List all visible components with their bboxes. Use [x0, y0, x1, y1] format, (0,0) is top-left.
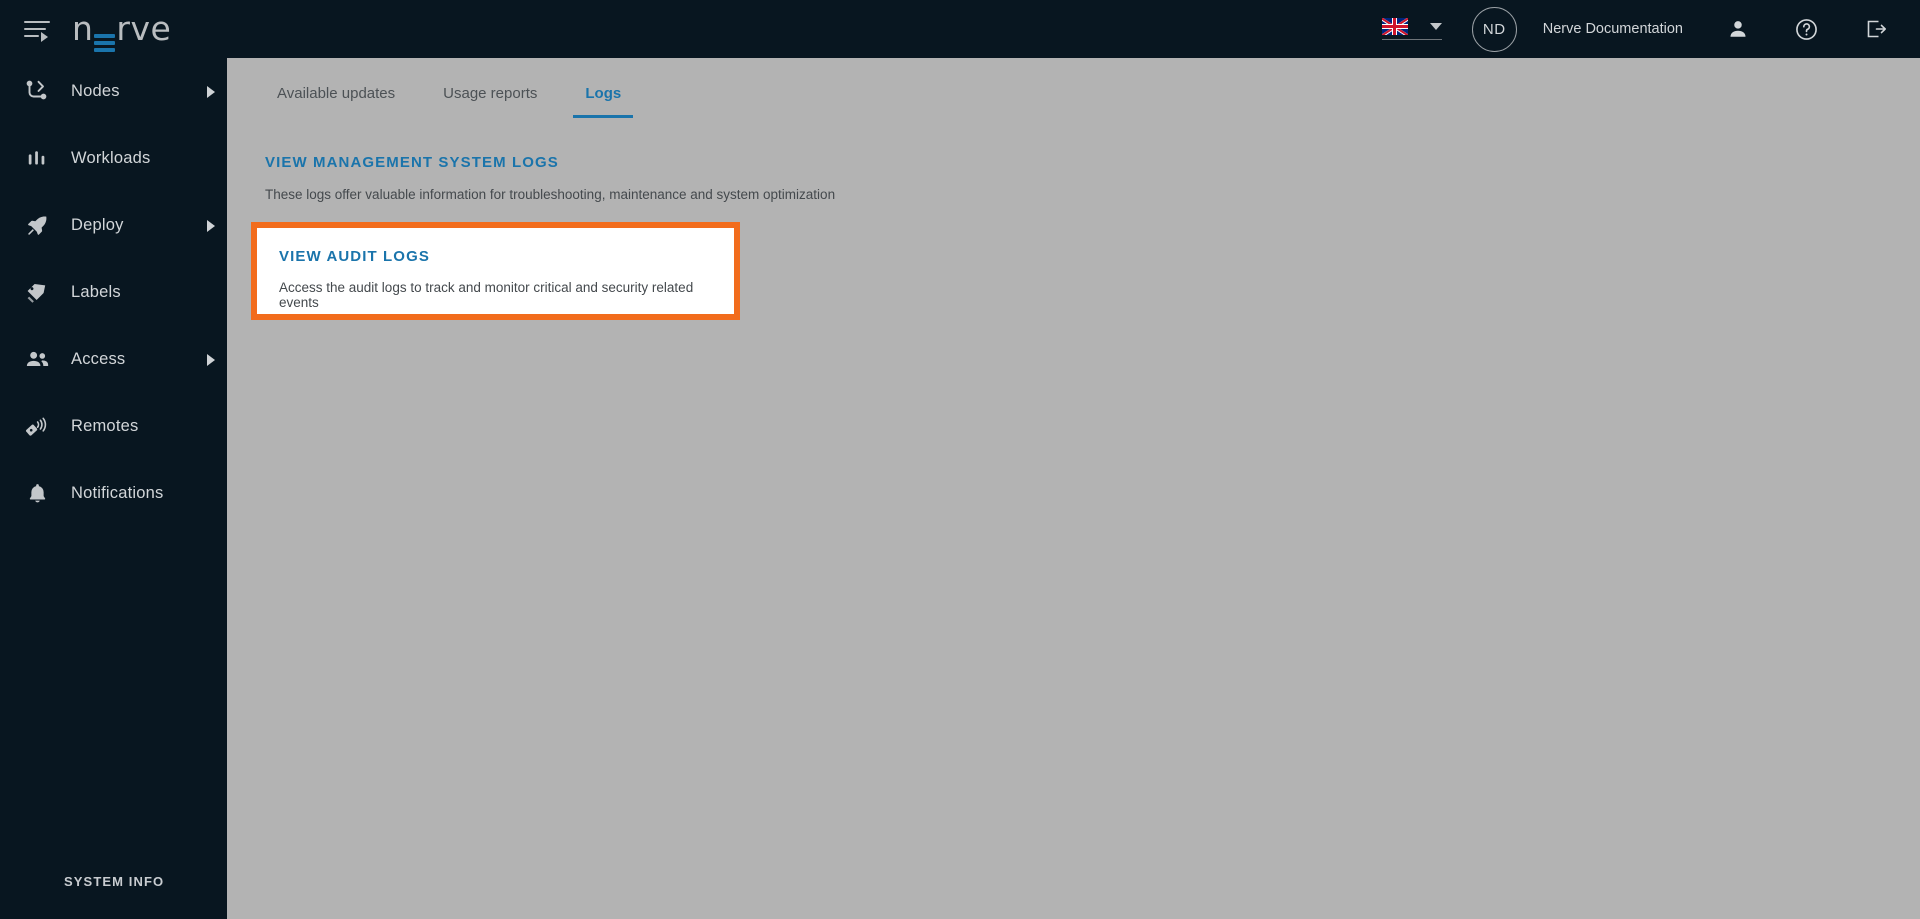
sidebar-item-label: Workloads [71, 149, 150, 168]
sidebar-item-label: Nodes [71, 82, 120, 101]
avatar-initials: ND [1483, 21, 1506, 38]
view-management-system-logs-link[interactable]: VIEW MANAGEMENT SYSTEM LOGS [265, 154, 559, 171]
notifications-bell-icon [24, 481, 50, 507]
sidebar-item-workloads[interactable]: Workloads [0, 125, 227, 192]
audit-logs-highlight-box: VIEW AUDIT LOGS Access the audit logs to… [251, 222, 740, 320]
nerve-logo[interactable]: n rve [72, 12, 171, 46]
labels-tag-icon [24, 280, 50, 306]
remotes-icon [24, 414, 50, 440]
tab-usage-reports[interactable]: Usage reports [431, 85, 549, 118]
logout-icon[interactable] [1864, 17, 1888, 41]
sidebar-item-label: Access [71, 350, 125, 369]
tab-bar: Available updates Usage reports Logs [227, 58, 1920, 118]
top-header-bar: n rve ND Nerve Documentation [0, 0, 1920, 58]
logo-text-post: rve [116, 12, 171, 45]
sidebar-item-remotes[interactable]: Remotes [0, 393, 227, 460]
chevron-right-icon [207, 220, 215, 232]
audit-logs-block: VIEW AUDIT LOGS Access the audit logs to… [257, 228, 734, 310]
sidebar-item-label: Deploy [71, 216, 124, 235]
sidebar-item-labels[interactable]: Labels [0, 259, 227, 326]
help-circle-icon[interactable] [1795, 18, 1818, 41]
deploy-rocket-icon [24, 213, 50, 239]
workloads-icon [24, 146, 50, 172]
management-system-logs-block: VIEW MANAGEMENT SYSTEM LOGS These logs o… [265, 154, 1920, 202]
nodes-icon [24, 79, 50, 105]
system-info-link[interactable]: SYSTEM INFO [0, 874, 227, 919]
tab-available-updates[interactable]: Available updates [265, 85, 407, 118]
audit-logs-description: Access the audit logs to track and monit… [279, 280, 734, 310]
app-root: n rve ND Nerve Documentation [0, 0, 1920, 919]
management-system-logs-description: These logs offer valuable information fo… [265, 187, 1920, 202]
sidebar-navigation: Nodes Workloads Deploy [0, 58, 227, 919]
documentation-link[interactable]: Nerve Documentation [1543, 21, 1683, 37]
avatar[interactable]: ND [1472, 7, 1517, 52]
sidebar-item-label: Remotes [71, 417, 138, 436]
user-profile-icon[interactable] [1727, 18, 1749, 40]
sidebar-spacer [0, 527, 227, 874]
sidebar-item-deploy[interactable]: Deploy [0, 192, 227, 259]
sidebar-item-label: Labels [71, 283, 121, 302]
sidebar-item-nodes[interactable]: Nodes [0, 58, 227, 125]
chevron-down-icon [1430, 23, 1442, 30]
chevron-right-icon [207, 354, 215, 366]
main-content-area: Available updates Usage reports Logs VIE… [227, 58, 1920, 919]
logs-panel: VIEW MANAGEMENT SYSTEM LOGS These logs o… [227, 118, 1920, 202]
tab-logs[interactable]: Logs [573, 85, 633, 118]
uk-flag-icon [1382, 18, 1408, 35]
view-audit-logs-link[interactable]: VIEW AUDIT LOGS [279, 248, 430, 265]
sidebar-item-access[interactable]: Access [0, 326, 227, 393]
logo-text-pre: n [72, 12, 93, 45]
language-selector[interactable] [1382, 18, 1442, 40]
logo-bars-icon [94, 34, 115, 52]
chevron-right-icon [207, 86, 215, 98]
hamburger-menu-icon[interactable] [24, 19, 50, 39]
sidebar-item-notifications[interactable]: Notifications [0, 460, 227, 527]
sidebar-item-label: Notifications [71, 484, 163, 503]
access-users-icon [24, 347, 50, 373]
